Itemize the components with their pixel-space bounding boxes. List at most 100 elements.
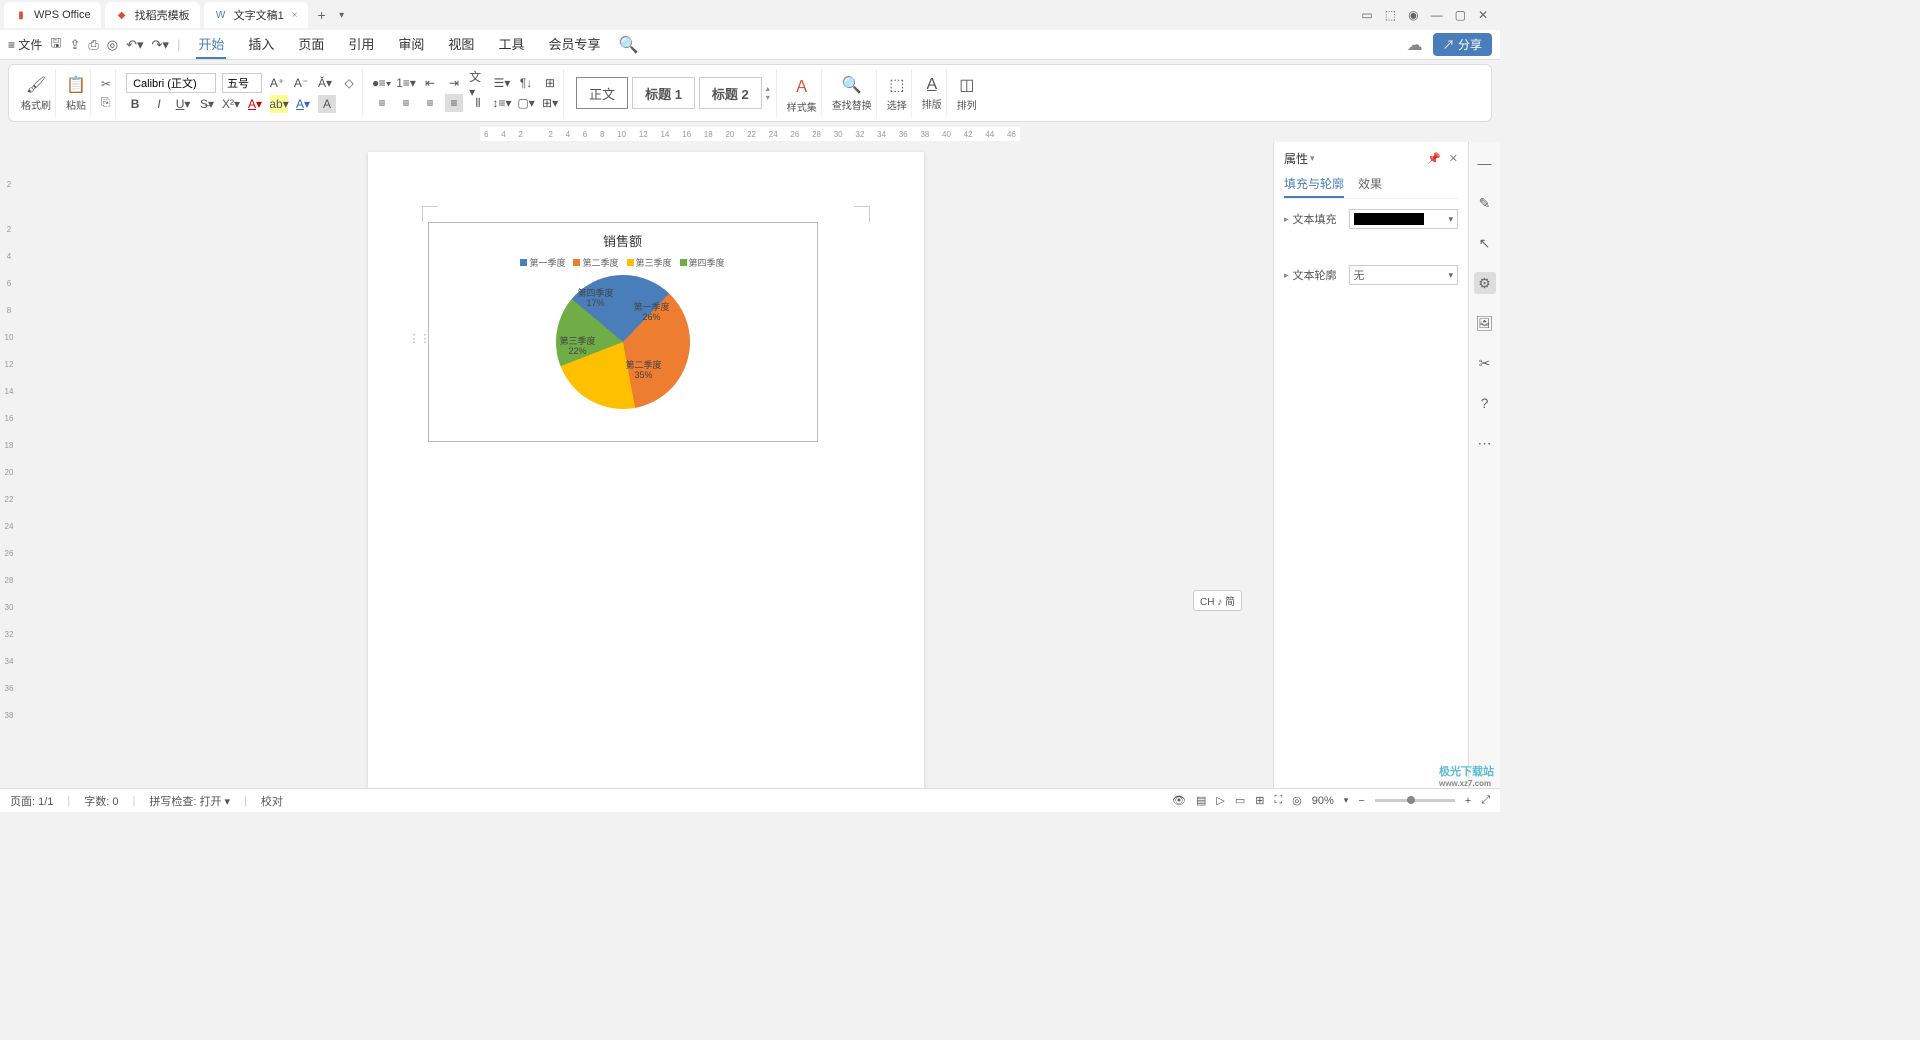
align-justify-icon[interactable]: ≡ <box>445 94 463 112</box>
share-button[interactable]: ↗ 分享 <box>1433 33 1492 56</box>
outline-view-icon[interactable]: ▤ <box>1196 794 1206 807</box>
pie-chart[interactable]: 第一季度26% 第二季度35% 第三季度22% 第四季度17% <box>556 275 690 409</box>
increase-indent-icon[interactable]: ⇥ <box>445 74 463 92</box>
menu-view[interactable]: 视图 <box>446 30 476 59</box>
save-icon[interactable]: 🖫 <box>50 34 61 56</box>
zoom-slider[interactable] <box>1375 799 1455 802</box>
web-view-icon[interactable]: ⊞ <box>1255 794 1264 807</box>
menu-review[interactable]: 审阅 <box>396 30 426 59</box>
file-menu[interactable]: ≡ 文件 <box>8 36 42 53</box>
chart-object[interactable]: ⋮⋮ 销售额 第一季度 第二季度 第三季度 第四季度 第一季度26% 第二季度3… <box>428 222 818 442</box>
ribbon-select[interactable]: ⬚ 选择 <box>883 69 912 117</box>
style-h2[interactable]: 标题 2 <box>699 77 762 109</box>
preview-icon[interactable]: ◎ <box>107 37 118 53</box>
fit-page-icon[interactable]: ⤢ <box>1481 794 1490 807</box>
page[interactable]: ⋮⋮ 销售额 第一季度 第二季度 第三季度 第四季度 第一季度26% 第二季度3… <box>368 152 924 806</box>
fullscreen-icon[interactable]: ⛶ <box>1274 794 1282 807</box>
ribbon-format-painter[interactable]: 🖌 格式刷 <box>17 69 56 117</box>
chart-move-handle[interactable]: ⋮⋮ <box>409 332 431 345</box>
clear-format-icon[interactable]: ◇ <box>340 74 358 92</box>
multi-window-icon[interactable]: ▭ <box>1361 8 1372 22</box>
status-words[interactable]: 字数: 0 <box>84 793 118 809</box>
tools-icon[interactable]: ✂ <box>1474 352 1496 374</box>
document-canvas[interactable]: ⋮⋮ 销售额 第一季度 第二季度 第三季度 第四季度 第一季度26% 第二季度3… <box>18 142 1273 806</box>
help-icon[interactable]: ? <box>1474 392 1496 414</box>
decrease-indent-icon[interactable]: ⇤ <box>421 74 439 92</box>
collapse-panel-icon[interactable]: — <box>1474 152 1496 174</box>
focus-icon[interactable]: ◎ <box>1292 794 1302 807</box>
font-color-icon[interactable]: A▾ <box>246 95 264 113</box>
tab-effect[interactable]: 效果 <box>1358 175 1382 198</box>
menu-home[interactable]: 开始 <box>196 30 226 59</box>
eye-icon[interactable]: 👁 <box>1172 794 1186 807</box>
more-icon[interactable]: ⋯ <box>1474 432 1496 454</box>
close-window-icon[interactable]: ✕ <box>1478 8 1488 22</box>
zoom-out-icon[interactable]: − <box>1358 795 1364 807</box>
shading-icon[interactable]: ▢▾ <box>517 94 535 112</box>
cursor-icon[interactable]: ↖ <box>1474 232 1496 254</box>
borders-icon[interactable]: ⊞▾ <box>541 94 559 112</box>
tab-menu-icon[interactable]: ▾ <box>332 10 352 21</box>
minimize-icon[interactable]: — <box>1431 8 1443 22</box>
maximize-icon[interactable]: ▢ <box>1455 8 1466 22</box>
avatar-icon[interactable]: ◉ <box>1408 8 1418 22</box>
size-select[interactable] <box>222 73 262 93</box>
text-fill-swatch[interactable]: ▾ <box>1349 209 1458 229</box>
expand-icon[interactable]: ▸ <box>1284 214 1289 225</box>
ribbon-styleset[interactable]: Ａ 样式集 <box>783 69 822 117</box>
text-outline-select[interactable]: 无 ▾ <box>1349 265 1458 285</box>
text-direction-icon[interactable]: 文▾ <box>469 74 487 92</box>
ribbon-paste[interactable]: 📋 粘贴 <box>62 69 91 117</box>
zoom-in-icon[interactable]: + <box>1465 795 1471 807</box>
strike-icon[interactable]: S̶▾ <box>198 95 216 113</box>
menu-page[interactable]: 页面 <box>296 30 326 59</box>
export-icon[interactable]: ⇪ <box>69 37 80 53</box>
ruler-horizontal[interactable]: 6422468101214161820222426283032343638404… <box>18 126 1482 142</box>
bold-icon[interactable]: B <box>126 95 144 113</box>
tabs-icon[interactable]: ⊞ <box>541 74 559 92</box>
style-normal[interactable]: 正文 <box>576 77 628 109</box>
tab-document[interactable]: W 文字文稿1 × <box>204 2 308 28</box>
panel-close-icon[interactable]: ✕ <box>1449 152 1458 165</box>
decrease-font-icon[interactable]: A⁻ <box>292 74 310 92</box>
menu-insert[interactable]: 插入 <box>246 30 276 59</box>
style-h1[interactable]: 标题 1 <box>632 77 695 109</box>
search-icon[interactable]: 🔍 <box>618 35 638 55</box>
menu-tools[interactable]: 工具 <box>496 30 526 59</box>
highlight-icon[interactable]: ab▾ <box>270 95 288 113</box>
align-right-icon[interactable]: ≡ <box>421 94 439 112</box>
increase-font-icon[interactable]: A⁺ <box>268 74 286 92</box>
cube-icon[interactable]: ⬚ <box>1385 8 1396 22</box>
tab-fill-outline[interactable]: 填充与轮廓 <box>1284 175 1344 198</box>
panel-title-dropdown-icon[interactable]: ▾ <box>1310 153 1315 164</box>
reading-view-icon[interactable]: ▷ <box>1216 794 1224 807</box>
align-left-icon[interactable]: ≡ <box>373 94 391 112</box>
tab-add-button[interactable]: + <box>312 7 332 23</box>
tab-app[interactable]: ▮ WPS Office <box>4 2 101 28</box>
copy-icon[interactable]: ⎘ <box>101 95 111 110</box>
numbering-icon[interactable]: 1≡▾ <box>397 74 415 92</box>
style-scroll[interactable]: ▴▾ <box>766 84 770 102</box>
print-view-icon[interactable]: ▭ <box>1235 794 1245 807</box>
status-page[interactable]: 页面: 1/1 <box>10 793 53 809</box>
menu-reference[interactable]: 引用 <box>346 30 376 59</box>
status-proof[interactable]: 校对 <box>261 793 283 809</box>
zoom-label[interactable]: 90% <box>1312 795 1334 807</box>
cut-icon[interactable]: ✂ <box>101 77 111 91</box>
ribbon-arrange[interactable]: ◫ 排列 <box>953 69 981 117</box>
image-icon[interactable]: 🖼 <box>1474 312 1496 334</box>
distribute-icon[interactable]: ⫴ <box>469 94 487 112</box>
ribbon-layout[interactable]: A̲ 排版 <box>918 69 947 117</box>
tab-template[interactable]: ◆ 找稻壳模板 <box>105 2 200 28</box>
redo-icon[interactable]: ↷▾ <box>152 37 169 53</box>
sort-icon[interactable]: ☰▾ <box>493 74 511 92</box>
show-marks-icon[interactable]: ¶↓ <box>517 74 535 92</box>
superscript-icon[interactable]: X²▾ <box>222 95 240 113</box>
ruler-vertical[interactable]: 22468101214161820222426283032343638 <box>0 142 18 806</box>
char-shading-icon[interactable]: A <box>318 95 336 113</box>
print-icon[interactable]: ⎙ <box>88 37 98 53</box>
italic-icon[interactable]: I <box>150 95 168 113</box>
font-select[interactable] <box>126 73 216 93</box>
align-center-icon[interactable]: ≡ <box>397 94 415 112</box>
cloud-icon[interactable]: ☁ <box>1407 35 1423 55</box>
